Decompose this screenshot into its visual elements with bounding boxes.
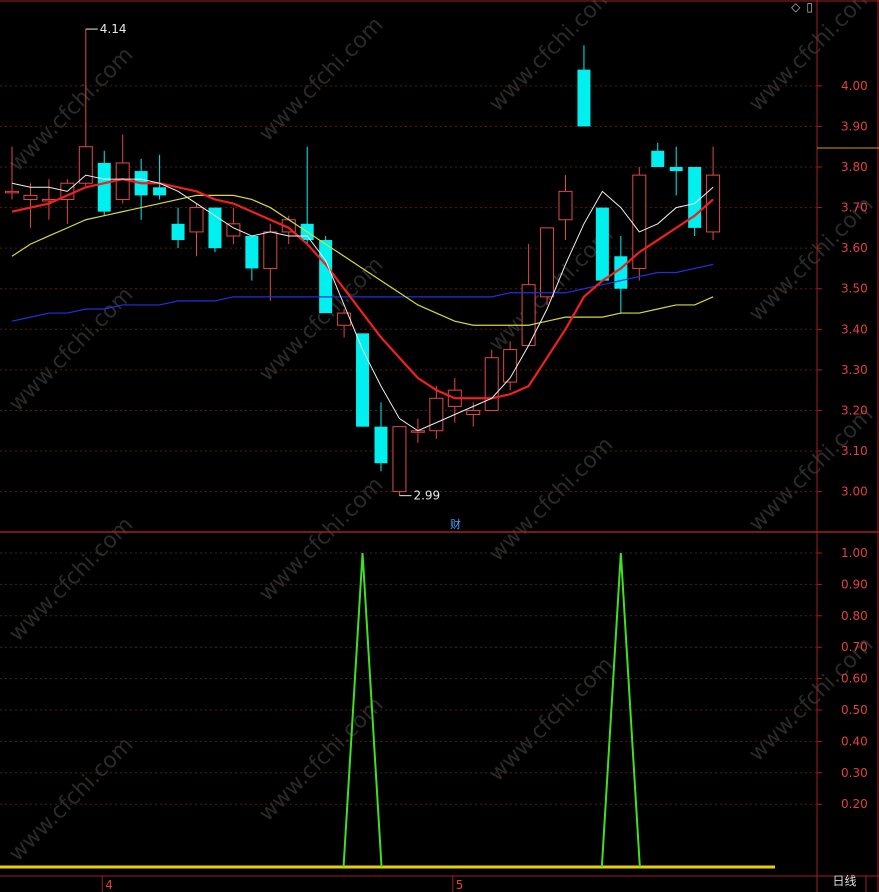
candle-body — [208, 207, 222, 249]
watermark-14: www.cfchi.com — [484, 652, 618, 786]
price-tick-label: 3.90 — [841, 119, 868, 133]
watermark-11: www.cfchi.com — [744, 402, 878, 536]
low-price-annotation: 2.99 — [413, 489, 440, 503]
indicator-tick-label: 0.40 — [841, 734, 868, 748]
candle-body — [632, 174, 647, 269]
candle-body — [263, 231, 278, 269]
candle-body — [245, 235, 259, 269]
indicator-tick-label: 0.70 — [841, 640, 868, 654]
indicator-tick-label: 0.90 — [841, 577, 868, 591]
candle-body — [189, 207, 204, 233]
candle-body — [558, 190, 573, 221]
candle-body — [540, 227, 555, 298]
candle-body — [319, 240, 333, 314]
indicator-tick-label: 0.80 — [841, 609, 868, 623]
period-label[interactable]: 日线 — [822, 872, 867, 891]
watermark-13: www.cfchi.com — [254, 692, 388, 826]
candle-body — [484, 357, 499, 411]
candle-body — [669, 167, 683, 172]
candle-body — [153, 187, 167, 196]
indicator-tick-label: 0.50 — [841, 703, 868, 717]
indicator-grid — [0, 552, 817, 805]
candle-body — [23, 194, 38, 200]
watermark-10: www.cfchi.com — [484, 432, 618, 566]
watermark-12: www.cfchi.com — [4, 732, 138, 866]
candle-body — [595, 207, 609, 281]
watermark-9: www.cfchi.com — [254, 472, 388, 606]
price-tick-label: 3.40 — [841, 322, 868, 336]
candle-body — [78, 146, 93, 184]
candle-body — [171, 223, 185, 241]
high-price-annotation: 4.14 — [100, 22, 127, 36]
price-tick-label: 3.70 — [841, 201, 868, 215]
date-label: 4 — [105, 878, 113, 892]
financial-report-marker[interactable]: 财 — [450, 517, 461, 531]
watermark-4: www.cfchi.com — [4, 282, 138, 416]
watermark-3: www.cfchi.com — [744, 0, 878, 117]
price-tick-label: 3.30 — [841, 363, 868, 377]
price-tick-label: 3.50 — [841, 282, 868, 296]
watermark-2: www.cfchi.com — [484, 0, 618, 117]
candle-body — [5, 190, 19, 194]
indicator-tick-label: 0.60 — [841, 672, 868, 686]
watermark-0: www.cfchi.com — [4, 42, 138, 176]
date-axis: 45 — [101, 876, 464, 892]
price-tick-label: 3.80 — [841, 160, 868, 174]
price-tick-label: 3.60 — [841, 241, 868, 255]
date-label: 5 — [456, 878, 464, 892]
candle-body — [374, 426, 388, 464]
candle-body — [97, 162, 111, 212]
price-tick-label: 3.00 — [841, 485, 868, 499]
price-tick-label: 3.20 — [841, 403, 868, 417]
indicator-tick-label: 0.20 — [841, 797, 868, 811]
candle-body — [577, 69, 591, 127]
chart-frame — [0, 0, 879, 892]
candle-body — [429, 397, 444, 432]
price-tick-label: 3.10 — [841, 444, 868, 458]
candle-body — [651, 150, 665, 168]
candle-body — [392, 426, 407, 493]
watermarks: www.cfchi.com www.cfchi.com www.cfchi.com w… — [4, 0, 878, 867]
indicator-tick-label: 0.30 — [841, 766, 868, 780]
indicator-tick-label: 1.00 — [841, 546, 868, 560]
candle-body — [466, 409, 481, 416]
chart-canvas: www.cfchi.com www.cfchi.com www.cfchi.com w… — [0, 0, 879, 892]
price-tick-label: 4.00 — [841, 79, 868, 93]
candle-body — [356, 333, 370, 427]
